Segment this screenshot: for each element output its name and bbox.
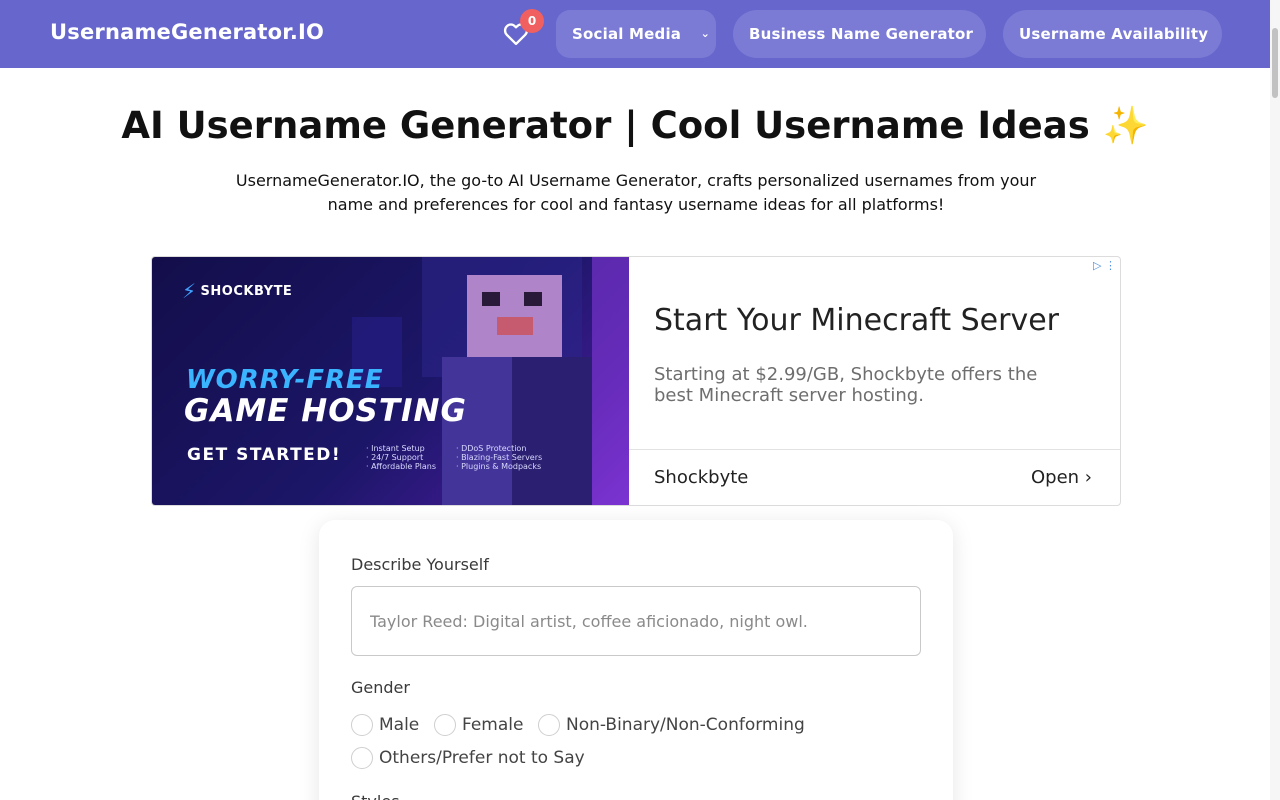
gender-option-non-binary[interactable]: Non-Binary/Non-Conforming <box>538 714 805 736</box>
gender-option-other[interactable]: Others/Prefer not to Say <box>351 747 585 769</box>
styles-label: Styles <box>351 792 400 800</box>
ad-get-started: GET STARTED! <box>187 445 342 465</box>
generator-form-card: Describe Yourself Gender Male Female Non… <box>319 520 953 800</box>
page-title: AI Username Generator | Cool Username Id… <box>121 104 1149 147</box>
adchoices-icon[interactable]: ▷ ⋮ <box>1093 259 1116 272</box>
describe-yourself-input[interactable] <box>351 586 921 656</box>
lightning-icon: ⚡ <box>182 279 197 303</box>
page-description: UsernameGenerator.IO, the go-to AI Usern… <box>235 171 1037 214</box>
ad-headline-2: GAME HOSTING <box>184 393 467 429</box>
social-media-label: Social Media <box>572 25 682 43</box>
gender-option-female[interactable]: Female <box>434 714 523 736</box>
ad-divider <box>629 449 1120 450</box>
site-logo[interactable]: UsernameGenerator.IO <box>50 20 324 44</box>
chevron-right-icon: › <box>1084 467 1092 488</box>
ad-open-button[interactable]: Open › <box>1031 467 1092 488</box>
ad-headline-1: WORRY-FREE <box>186 365 384 395</box>
username-availability-link[interactable]: Username Availability <box>1003 10 1222 58</box>
ad-subtitle: Starting at $2.99/GB, Shockbyte offers t… <box>654 364 1038 406</box>
top-nav-bar: UsernameGenerator.IO 0 Social Media ⌄ Bu… <box>0 0 1280 68</box>
radio-button[interactable] <box>351 747 373 769</box>
ad-text-panel[interactable]: ▷ ⋮ Start Your Minecraft Server Starting… <box>629 257 1120 505</box>
ad-features-right: · DDoS Protection · Blazing-Fast Servers… <box>456 444 543 471</box>
scrollbar-track[interactable] <box>1270 0 1280 800</box>
advertisement-banner[interactable]: ⚡ SHOCKBYTE WORRY-FREE GAME HOSTING GET S… <box>151 256 1121 506</box>
ad-image[interactable]: ⚡ SHOCKBYTE WORRY-FREE GAME HOSTING GET S… <box>152 257 629 505</box>
gender-label: Gender <box>351 678 410 697</box>
radio-button[interactable] <box>351 714 373 736</box>
shockbyte-logo: ⚡ SHOCKBYTE <box>182 279 293 303</box>
radio-button[interactable] <box>434 714 456 736</box>
ad-title[interactable]: Start Your Minecraft Server <box>654 303 1059 338</box>
social-media-dropdown[interactable]: Social Media ⌄ <box>556 10 716 58</box>
business-name-generator-link[interactable]: Business Name Generator <box>733 10 986 58</box>
describe-yourself-label: Describe Yourself <box>351 555 489 574</box>
ad-features-left: · Instant Setup · 24/7 Support · Afforda… <box>366 444 437 471</box>
gender-option-male[interactable]: Male <box>351 714 419 736</box>
radio-button[interactable] <box>538 714 560 736</box>
scrollbar-thumb[interactable] <box>1272 28 1278 98</box>
chevron-down-icon: ⌄ <box>700 27 710 40</box>
favorites-count-badge: 0 <box>520 9 544 33</box>
ad-advertiser: Shockbyte <box>654 467 749 488</box>
